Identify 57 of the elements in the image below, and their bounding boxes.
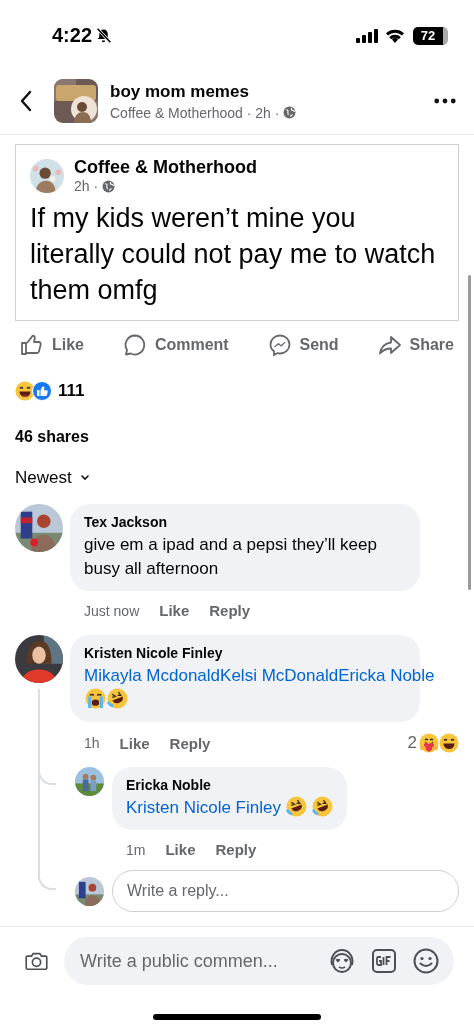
crying-face-icon — [85, 688, 106, 709]
thumbs-up-icon — [32, 381, 52, 401]
laughing-face-icon — [439, 733, 459, 753]
laughing-face-icon — [107, 688, 128, 709]
like-link[interactable]: Like — [119, 734, 150, 752]
reply-link[interactable]: Reply — [169, 734, 211, 752]
post-meta: Coffee & Motherhood · 2h · — [110, 104, 280, 121]
speech-bubble-icon — [122, 333, 147, 357]
sort-dropdown[interactable]: Newest — [15, 468, 90, 488]
back-icon[interactable] — [20, 90, 32, 112]
mention-link[interactable]: Ericka Noble — [338, 666, 435, 685]
smiley-icon[interactable] — [412, 947, 440, 975]
globe-icon — [283, 106, 297, 119]
group-name[interactable]: boy mom memes — [110, 81, 434, 102]
mention-link[interactable]: Kristen Nicole Finley — [126, 798, 281, 817]
share-arrow-icon — [377, 333, 402, 357]
comment-time: 1m — [126, 841, 146, 858]
action-button[interactable]: Share — [377, 329, 454, 361]
author-name[interactable]: Coffee & Motherhood — [74, 157, 257, 178]
hugging-face-icon — [419, 733, 439, 753]
signal-icon — [356, 28, 378, 43]
laughing-face-icon — [285, 796, 307, 817]
like-link[interactable]: Like — [159, 602, 190, 619]
mention-link[interactable]: Kelsi McDonald — [220, 666, 339, 685]
reply-input[interactable]: Write a reply... — [112, 870, 459, 912]
status-time: 4:22 — [52, 24, 93, 47]
post-text: If my kids weren’t mine you literally could not pay me to watch them omfg — [30, 202, 437, 307]
reaction-count[interactable]: 111 — [58, 381, 85, 401]
laughing-face-icon — [311, 796, 333, 817]
gif-icon[interactable] — [370, 947, 398, 975]
wifi-icon — [385, 28, 405, 43]
comment-time: Just now — [84, 602, 140, 619]
thumbs-up-icon — [20, 333, 44, 357]
more-icon[interactable] — [434, 98, 456, 104]
reaction-count[interactable]: 2 — [407, 733, 417, 753]
mention-link[interactable]: Mikayla Mcdonald — [84, 666, 221, 685]
comment-field[interactable]: Write a public commen... — [64, 937, 454, 985]
reply-link[interactable]: Reply — [215, 841, 257, 858]
reply-link[interactable]: Reply — [209, 602, 251, 619]
action-button[interactable]: Send — [267, 329, 339, 361]
comment-input[interactable]: Write a public commen... — [78, 949, 314, 973]
commenter-name[interactable]: Ericka Noble — [126, 777, 333, 793]
messenger-icon — [267, 333, 292, 357]
comment-time: 1h — [84, 735, 100, 751]
battery-indicator: 72 — [413, 26, 448, 45]
commenter-name[interactable]: Tex Jackson — [84, 514, 406, 530]
laughing-face-icon — [15, 381, 35, 401]
like-link[interactable]: Like — [165, 841, 196, 858]
share-count[interactable]: 46 shares — [0, 401, 474, 446]
globe-icon — [102, 179, 116, 193]
action-button[interactable]: Like — [20, 329, 84, 361]
comment-text: give em a ipad and a pepsi they’ll keep busy all afternoon — [84, 534, 378, 580]
action-button[interactable]: Comment — [122, 329, 229, 361]
commenter-name[interactable]: Kristen Nicole Finley — [84, 645, 406, 661]
muted-bell-icon — [95, 27, 113, 44]
post-time: 2h · — [74, 178, 99, 194]
chevron-down-icon — [79, 475, 90, 481]
